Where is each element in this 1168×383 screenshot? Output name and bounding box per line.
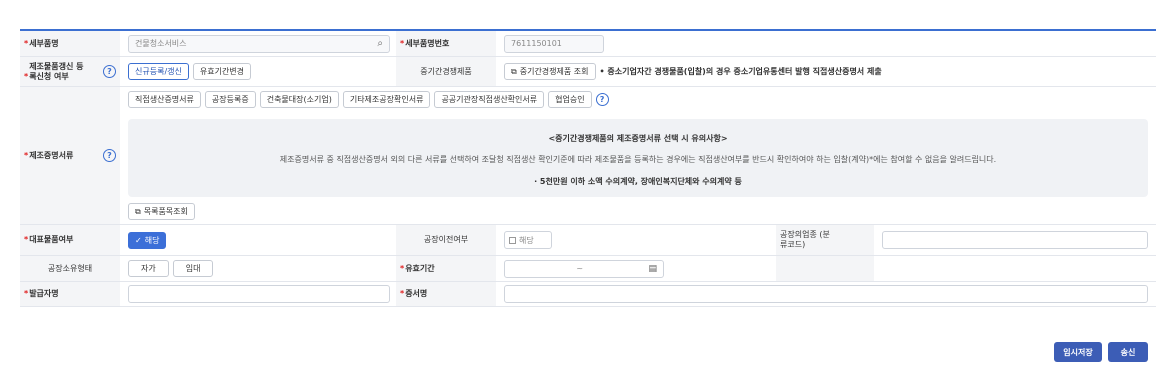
doc-button-group: 직접생산증명서류 공장등록증 건축물대장(소기업) 기타제조공장확인서류 공공기… — [128, 91, 609, 108]
search-icon[interactable]: ⌕ — [377, 38, 383, 49]
industry-label: 공장의업종 (분류코드) — [776, 225, 874, 255]
notice-title: <중기간경쟁제품의 제조증명서류 선택 시 유의사항> — [548, 134, 728, 143]
public-agency-confirmation-button[interactable]: 공공기관장직접생산확인서류 — [434, 91, 545, 108]
mid-competition-label: 중기간경쟁제품 — [396, 57, 496, 86]
row-representative: * 대표물품여부 ✓ 해당 공장이전여부 해당 공장의업종 (분류코드) — [20, 225, 1156, 256]
direct-production-cert-button[interactable]: 직접생산증명서류 — [128, 91, 201, 108]
own-button[interactable]: 자가 — [128, 260, 169, 277]
sub-item-label: * 세부품명 — [20, 31, 120, 56]
ownership-label: 공장소유형태 — [20, 256, 120, 281]
catalog-search-button[interactable]: ⧉ 목록품목조회 — [128, 203, 195, 220]
lease-button[interactable]: 임대 — [172, 260, 214, 277]
representative-label: * 대표물품여부 — [20, 225, 120, 255]
row-ownership: 공장소유형태 자가 임대 * 유효기간 ~ ▤ — [20, 256, 1156, 282]
factory-transfer-label: 공장이전여부 — [396, 225, 496, 255]
send-button[interactable]: 송신 — [1108, 342, 1148, 362]
building-register-button[interactable]: 건축물대장(소기업) — [259, 91, 339, 108]
check-icon: ✓ — [135, 235, 142, 245]
temp-save-button[interactable]: 임시저장 — [1054, 342, 1102, 362]
issuer-label: * 발급자명 — [20, 282, 120, 306]
sub-item-code-input[interactable]: 7611150101 — [504, 34, 604, 53]
proof-label: *제조증명서류 ? — [20, 87, 120, 224]
proof-notice-box: <중기간경쟁제품의 제조증명서류 선택 시 유의사항> 제조증명서류 중 직접생… — [128, 119, 1148, 197]
help-icon[interactable]: ? — [103, 149, 116, 162]
renewal-label: *제조물품갱신 등록신청 여부 ? — [20, 57, 120, 86]
calendar-icon[interactable]: ▤ — [648, 264, 657, 274]
other-factory-docs-button[interactable]: 기타제조공장확인서류 — [342, 91, 431, 108]
sub-item-input[interactable]: 건물청소서비스 ⌕ — [128, 34, 390, 53]
empty-label-cell — [776, 256, 874, 281]
help-icon[interactable]: ? — [595, 93, 609, 106]
row-renewal: *제조물품갱신 등록신청 여부 ? 신규등록/갱신 유효기간변경 중기간경쟁제품… — [20, 57, 1156, 87]
notice-line: · 5천만원 이하 소액 수의계약, 장애인복지단체와 수의계약 등 — [534, 177, 742, 186]
mid-competition-search-button[interactable]: ⧉ 중기간경쟁제품 조회 — [504, 63, 596, 80]
row-proof-documents: *제조증명서류 ? 직접생산증명서류 공장등록증 건축물대장(소기업) 기타제조… — [20, 87, 1156, 225]
validity-date-range[interactable]: ~ ▤ — [504, 259, 664, 278]
product-registration-form: * 세부품명 건물청소서비스 ⌕ * 세부품명번호 7611150101 *제조물품… — [20, 29, 1156, 307]
certificate-input[interactable] — [504, 285, 1148, 303]
date-separator: ~ — [576, 264, 584, 273]
validity-label: * 유효기간 — [396, 256, 496, 281]
validity-change-button[interactable]: 유효기간변경 — [192, 63, 252, 80]
row-sub-item: * 세부품명 건물청소서비스 ⌕ * 세부품명번호 7611150101 — [20, 31, 1156, 57]
sub-item-value: 건물청소서비스 — [135, 39, 187, 48]
sub-item-code-label: * 세부품명번호 — [396, 31, 496, 56]
factory-registration-button[interactable]: 공장등록증 — [204, 91, 256, 108]
industry-code-input[interactable] — [882, 231, 1148, 249]
external-link-icon: ⧉ — [135, 206, 141, 216]
checkbox-icon — [509, 236, 516, 244]
external-link-icon: ⧉ — [511, 66, 517, 76]
new-renewal-button[interactable]: 신규등록/갱신 — [128, 63, 189, 80]
issuer-input[interactable] — [128, 285, 390, 303]
collaboration-approval-button[interactable]: 협업승인 — [548, 91, 592, 108]
representative-applies-button[interactable]: ✓ 해당 — [128, 231, 167, 249]
notice-body: 제조증명서류 중 직접생산증명서 외의 다른 서류를 선택하여 조달청 직접생산… — [279, 155, 997, 164]
help-icon[interactable]: ? — [103, 65, 116, 78]
mid-competition-note: • 중소기업자간 경쟁물품(입찰)의 경우 중소기업유통센터 발행 직접생산증명… — [599, 67, 882, 76]
certificate-label: * 증서명 — [396, 282, 496, 306]
factory-transfer-checkbox[interactable]: 해당 — [504, 231, 552, 249]
row-issuer: * 발급자명 * 증서명 — [20, 282, 1156, 307]
